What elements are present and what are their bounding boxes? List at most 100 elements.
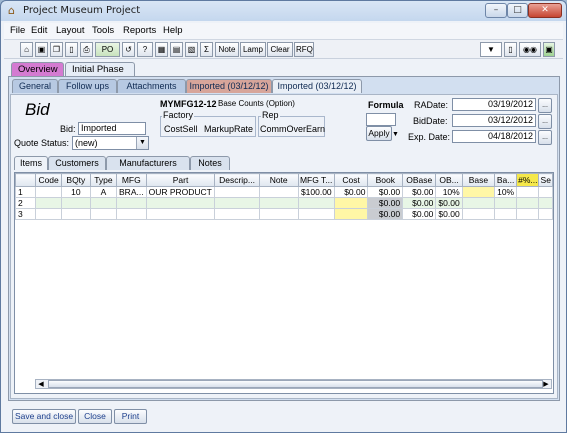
col-header-code[interactable]: Code bbox=[35, 173, 62, 187]
tab-overview[interactable]: Overview bbox=[11, 62, 64, 76]
cell-mfg-t[interactable] bbox=[297, 197, 335, 209]
cell-code[interactable] bbox=[35, 208, 62, 220]
col-header-mfg-t[interactable]: MFG T... bbox=[297, 173, 335, 187]
cell-bqty[interactable] bbox=[60, 208, 91, 220]
cell-se[interactable] bbox=[538, 186, 553, 198]
formula-input[interactable] bbox=[366, 113, 396, 126]
cell-type[interactable]: A bbox=[89, 186, 118, 198]
cell-se[interactable] bbox=[538, 208, 553, 220]
row-number[interactable]: 2 bbox=[14, 197, 37, 209]
cell-percent[interactable] bbox=[516, 208, 540, 220]
cell-part[interactable]: OUR PRODUCT bbox=[145, 186, 216, 198]
col-header-descrip[interactable]: Descrip... bbox=[214, 173, 260, 187]
cell-mfg-t[interactable]: $100.00 bbox=[297, 186, 335, 198]
row-number[interactable]: 3 bbox=[14, 208, 37, 220]
apply-button[interactable]: Apply bbox=[366, 126, 392, 141]
cell-cost[interactable] bbox=[333, 197, 369, 209]
scroll-left-icon[interactable]: ◀ bbox=[36, 380, 46, 388]
rfq-button[interactable]: RFQ bbox=[294, 42, 314, 57]
cell-descrip[interactable] bbox=[214, 197, 260, 209]
cell-bqty[interactable] bbox=[60, 197, 91, 209]
col-header-ba[interactable]: Ba... bbox=[494, 173, 518, 187]
maximize-button[interactable]: □ bbox=[507, 3, 528, 18]
cell-mfg[interactable]: BRA... bbox=[116, 186, 147, 198]
cell-percent[interactable] bbox=[516, 197, 540, 209]
tab-manufacturers[interactable]: Manufacturers bbox=[106, 156, 190, 170]
horizontal-scrollbar[interactable]: ◀ ▶ bbox=[35, 379, 552, 389]
tab-general[interactable]: General bbox=[12, 79, 58, 93]
tab-notes[interactable]: Notes bbox=[190, 156, 230, 170]
table-row[interactable]: 1 10 A BRA... OUR PRODUCT $100.00 $0.00 … bbox=[14, 186, 553, 198]
cell-base[interactable] bbox=[461, 197, 496, 209]
col-header-percent[interactable]: #%... bbox=[516, 173, 540, 187]
tab-imported-1[interactable]: Imported (03/12/12) bbox=[186, 79, 272, 93]
home-icon[interactable]: ⌂ bbox=[20, 42, 33, 57]
cell-part[interactable] bbox=[145, 208, 216, 220]
note-button[interactable]: Note bbox=[215, 42, 239, 57]
cell-code[interactable] bbox=[35, 186, 62, 198]
print-button[interactable]: Print bbox=[114, 409, 147, 424]
list-icon[interactable]: ▤ bbox=[170, 42, 183, 57]
col-header-cost[interactable]: Cost bbox=[333, 173, 369, 187]
cell-book[interactable]: $0.00 bbox=[367, 208, 404, 220]
biddate-input[interactable]: 03/12/2012 bbox=[452, 114, 536, 127]
tab-follow-ups[interactable]: Follow ups bbox=[58, 79, 117, 93]
cell-cost[interactable]: $0.00 bbox=[333, 186, 369, 198]
menu-reports[interactable]: Reports bbox=[123, 25, 156, 36]
scroll-thumb[interactable] bbox=[48, 380, 543, 388]
copy-icon[interactable]: ❐ bbox=[50, 42, 63, 57]
cell-note[interactable] bbox=[258, 208, 299, 220]
cell-note[interactable] bbox=[258, 197, 299, 209]
exit-icon[interactable]: ▣ bbox=[543, 42, 555, 57]
save-icon[interactable]: ▣ bbox=[35, 42, 48, 57]
row-number[interactable]: 1 bbox=[14, 186, 37, 198]
cell-obase[interactable]: $0.00 bbox=[402, 197, 437, 209]
cell-note[interactable] bbox=[258, 186, 299, 198]
menu-tools[interactable]: Tools bbox=[92, 25, 114, 36]
col-header-part[interactable]: Part bbox=[145, 173, 216, 187]
cell-descrip[interactable] bbox=[214, 186, 260, 198]
menu-file[interactable]: File bbox=[10, 25, 25, 36]
cell-mfg[interactable] bbox=[116, 208, 147, 220]
expdate-input[interactable]: 04/18/2012 bbox=[452, 130, 536, 143]
quote-status-select[interactable]: (new) ▼ bbox=[72, 136, 149, 150]
col-header-base[interactable]: Base bbox=[461, 173, 496, 187]
cell-mfg-t[interactable] bbox=[297, 208, 335, 220]
help-icon[interactable]: ? bbox=[137, 42, 153, 57]
cell-mfg[interactable] bbox=[116, 197, 147, 209]
cell-ob[interactable]: $0.00 bbox=[435, 208, 463, 220]
tab-initial-phase[interactable]: Initial Phase bbox=[65, 62, 135, 76]
save-and-close-button[interactable]: Save and close bbox=[12, 409, 76, 424]
col-header-type[interactable]: Type bbox=[89, 173, 118, 187]
close-button[interactable]: Close bbox=[78, 409, 112, 424]
cell-ba[interactable] bbox=[494, 208, 518, 220]
cell-obase[interactable]: $0.00 bbox=[402, 208, 437, 220]
scroll-right-icon[interactable]: ▶ bbox=[541, 380, 551, 388]
cell-cost[interactable] bbox=[333, 208, 369, 220]
dropdown-button[interactable]: ▼ bbox=[480, 42, 502, 57]
tab-imported-2[interactable]: Imported (03/12/12) bbox=[272, 79, 362, 93]
col-header-book[interactable]: Book bbox=[367, 173, 404, 187]
table-row[interactable]: 3 $0.00 $0.00 $0.00 bbox=[14, 208, 553, 220]
radate-input[interactable]: 03/19/2012 bbox=[452, 98, 536, 111]
apply-dropdown-icon[interactable]: ▼ bbox=[392, 131, 399, 138]
cell-bqty[interactable]: 10 bbox=[60, 186, 91, 198]
commoverearn-option[interactable]: CommOverEarn bbox=[260, 124, 325, 134]
expdate-picker-button[interactable]: ... bbox=[538, 130, 552, 145]
table-row[interactable]: 2 $0.00 $0.00 $0.00 bbox=[14, 197, 553, 209]
cell-se[interactable] bbox=[538, 197, 553, 209]
col-header-obase[interactable]: OBase bbox=[402, 173, 437, 187]
menu-edit[interactable]: Edit bbox=[31, 25, 47, 36]
col-header-ob[interactable]: OB... bbox=[435, 173, 463, 187]
cell-ba[interactable] bbox=[494, 197, 518, 209]
cell-type[interactable] bbox=[89, 208, 118, 220]
cell-type[interactable] bbox=[89, 197, 118, 209]
col-header-se[interactable]: Se bbox=[538, 173, 553, 187]
costsell-option[interactable]: CostSell bbox=[164, 124, 198, 134]
cell-ob[interactable]: $0.00 bbox=[435, 197, 463, 209]
lamp-button[interactable]: Lamp bbox=[240, 42, 266, 57]
menu-help[interactable]: Help bbox=[163, 25, 183, 36]
tab-attachments[interactable]: Attachments bbox=[117, 79, 186, 93]
cell-descrip[interactable] bbox=[214, 208, 260, 220]
col-header-note[interactable]: Note bbox=[258, 173, 299, 187]
